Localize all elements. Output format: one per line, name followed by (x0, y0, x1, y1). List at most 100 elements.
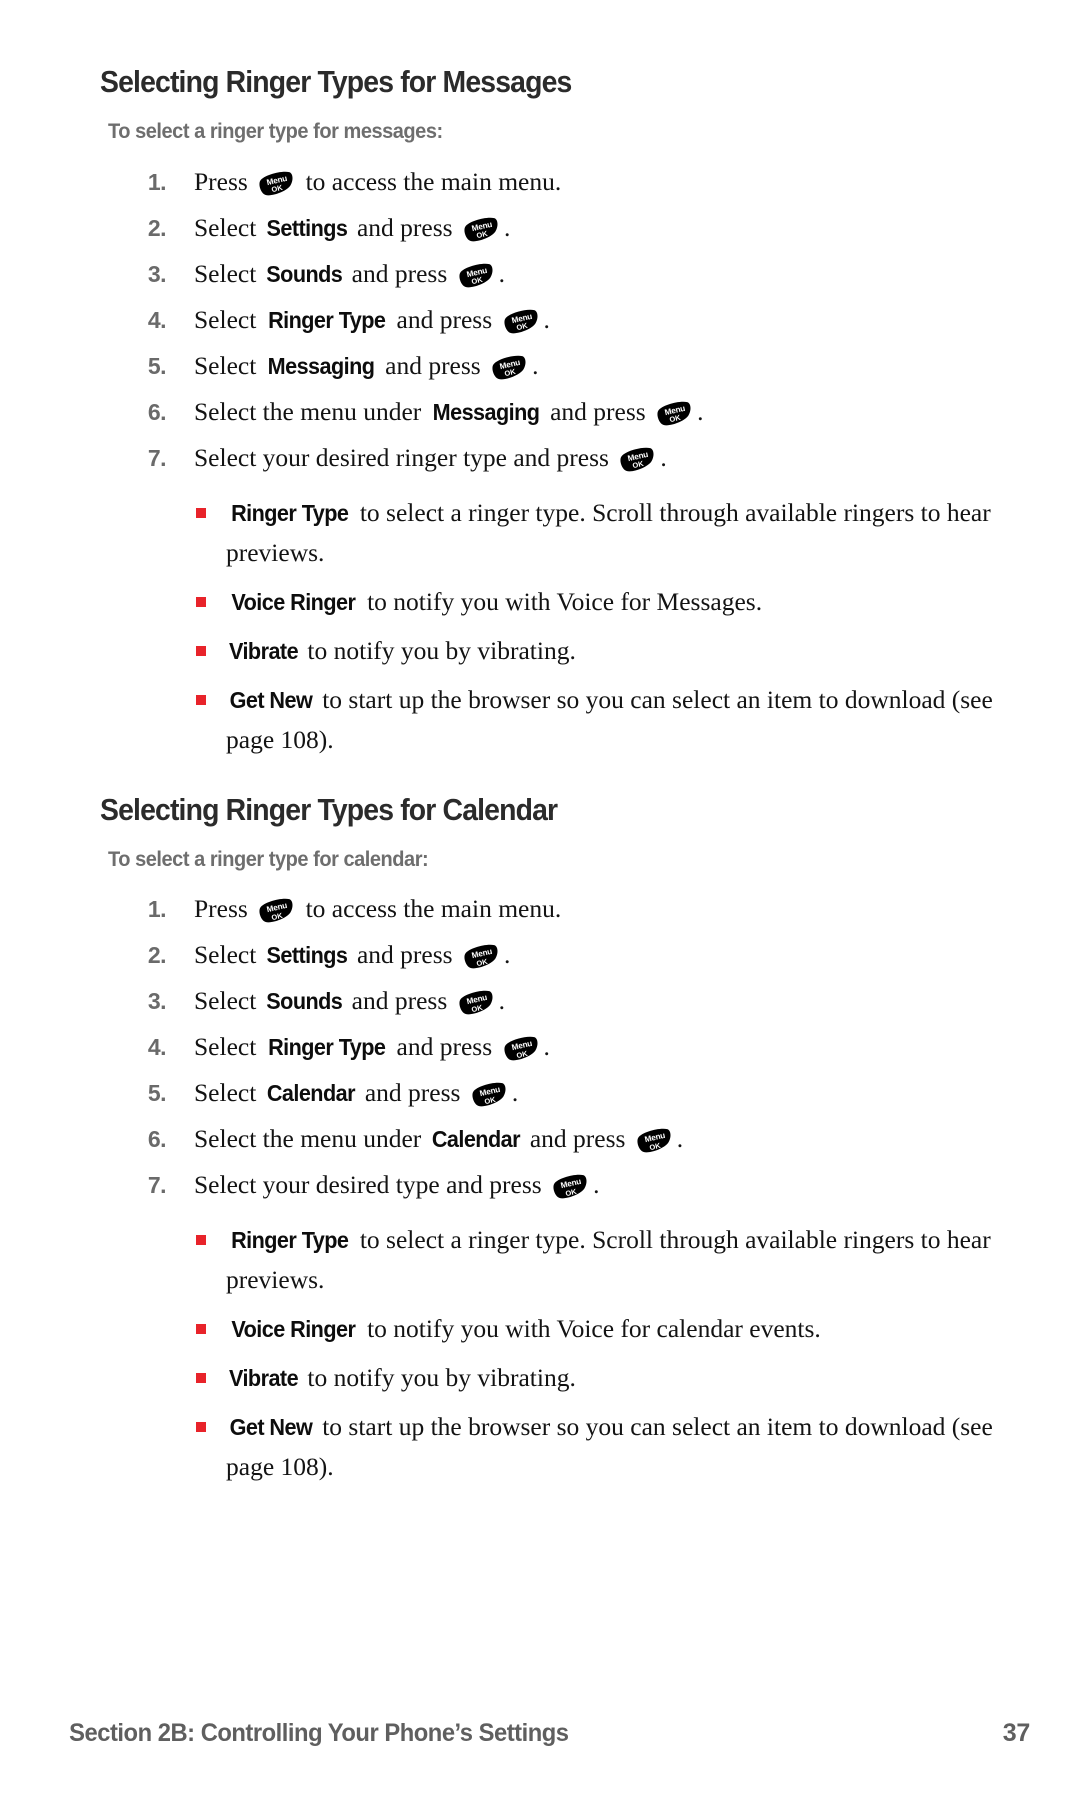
step-text: Select Ringer Type and press Menu OK. (194, 1032, 550, 1061)
step-item: 6. Select the menu under Calendar and pre… (132, 1116, 1030, 1162)
menu-ok-key-icon: Menu OK (502, 309, 542, 335)
step-number: 7. (147, 444, 167, 471)
bullet-square-icon (196, 1324, 206, 1335)
step-number: 2. (147, 214, 167, 241)
step-text: Select the menu under Messaging and pres… (194, 397, 703, 426)
bullet-square-icon (196, 694, 206, 705)
inline-term: Ringer Type (231, 1227, 349, 1254)
step-item: 7. Select your desired type and press Men… (132, 1162, 1030, 1208)
option-bullet-text: Voice Ringer to notify you with Voice fo… (226, 1314, 820, 1343)
inline-term: Sounds (265, 260, 343, 287)
inline-term: Vibrate (229, 1365, 299, 1392)
option-bullet-text: Ringer Type to select a ringer type. Scr… (226, 498, 991, 567)
section-heading: Selecting Ringer Types for Calendar (100, 792, 558, 827)
step-text: Press Menu OK to access the main menu. (194, 166, 562, 196)
step-item: 3. Select Sounds and press Menu OK. (132, 978, 1030, 1024)
option-bullet-item: Ringer Type to select a ringer type. Scr… (196, 1220, 1030, 1300)
option-bullet-text: Voice Ringer to notify you with Voice fo… (226, 587, 762, 616)
step-item: 2. Select Settings and press Menu OK. (132, 205, 1030, 251)
menu-ok-key-icon: Menu OK (655, 401, 695, 427)
option-bullet-item: Voice Ringer to notify you with Voice fo… (196, 1309, 1030, 1349)
step-number: 4. (147, 1034, 167, 1061)
step-number: 4. (147, 306, 167, 333)
option-bullet-item: Ringer Type to select a ringer type. Scr… (196, 493, 1030, 573)
menu-ok-key-icon: Menu OK (618, 447, 658, 473)
menu-ok-key-icon: Menu OK (502, 1036, 542, 1062)
section-heading: Selecting Ringer Types for Messages (100, 65, 572, 99)
menu-ok-key-icon: Menu OK (551, 1174, 591, 1200)
step-number: 6. (147, 398, 167, 425)
step-item: 5. Select Messaging and press Menu OK. (132, 343, 1030, 389)
inline-term: Ringer Type (267, 306, 386, 333)
manual-page: Selecting Ringer Types for Messages To se… (0, 0, 1080, 1800)
page-number: 37 (1002, 1719, 1031, 1747)
option-bullet-item: Vibrate to notify you by vibrating. (196, 631, 1030, 671)
section-subheading: To select a ringer type for messages: (108, 119, 443, 144)
option-bullet-item: Get New to start up the browser so you c… (196, 680, 1030, 760)
inline-term: Voice Ringer (231, 1316, 356, 1343)
step-item: 3. Select Sounds and press Menu OK. (132, 251, 1030, 297)
step-item: 7. Select your desired ringer type and pr… (132, 435, 1030, 481)
inline-term: Voice Ringer (231, 588, 356, 615)
step-item: 2. Select Settings and press Menu OK. (132, 932, 1030, 978)
option-bullet-item: Voice Ringer to notify you with Voice fo… (196, 582, 1030, 622)
step-number: 1. (147, 896, 167, 923)
menu-ok-key-icon: Menu OK (462, 217, 502, 243)
menu-ok-key-icon: Menu OK (457, 263, 497, 289)
step-number: 5. (147, 1080, 167, 1107)
bullet-square-icon (196, 1373, 206, 1384)
step-text: Select Sounds and press Menu OK. (194, 259, 505, 288)
step-text: Select Ringer Type and press Menu OK. (194, 305, 550, 334)
step-text: Select Settings and press Menu OK. (194, 940, 510, 969)
menu-ok-key-icon: Menu OK (457, 990, 497, 1016)
section-subheading: To select a ringer type for calendar: (108, 846, 429, 871)
step-item: 4. Select Ringer Type and press Menu OK. (132, 297, 1030, 343)
bullet-square-icon (196, 507, 206, 518)
inline-term: Calendar (266, 1080, 356, 1107)
option-bullet-text: Get New to start up the browser so you c… (226, 685, 993, 754)
step-number: 2. (147, 942, 167, 969)
bullet-square-icon (196, 645, 206, 656)
step-number: 6. (147, 1126, 167, 1153)
option-bullet-text: Ringer Type to select a ringer type. Scr… (226, 1225, 991, 1294)
inline-term: Calendar (431, 1126, 521, 1153)
option-bullet-text: Get New to start up the browser so you c… (226, 1412, 993, 1481)
step-text: Press Menu OK to access the main menu. (194, 894, 562, 924)
option-bullet-item: Get New to start up the browser so you c… (196, 1407, 1030, 1487)
step-item: 1. Press Menu OK to access the main menu. (132, 886, 1030, 932)
step-number: 5. (147, 352, 167, 379)
step-number: 3. (147, 260, 167, 287)
step-number: 1. (147, 168, 167, 195)
step-number: 7. (147, 1172, 167, 1199)
step-text: Select your desired ringer type and pres… (194, 442, 667, 473)
option-bullet-list: Ringer Type to select a ringer type. Scr… (196, 1220, 1030, 1487)
step-text: Select your desired type and press Menu O… (194, 1170, 600, 1200)
menu-ok-key-icon: Menu OK (490, 355, 530, 381)
step-text: Select the menu under Calendar and press… (194, 1124, 683, 1153)
inline-term: Get New (229, 1414, 313, 1441)
manual-section: Selecting Ringer Types for Calendar To se… (0, 760, 1080, 1488)
footer-section-title: Section 2B: Controlling Your Phone’s Set… (69, 1719, 569, 1747)
option-bullet-item: Vibrate to notify you by vibrating. (196, 1358, 1030, 1398)
bullet-square-icon (196, 596, 206, 607)
step-text: Select Messaging and press Menu OK. (194, 351, 538, 380)
step-list: 1. Press Menu OK to access the main menu. 2… (132, 159, 1030, 481)
inline-term: Ringer Type (231, 499, 349, 526)
bullet-square-icon (196, 1235, 206, 1246)
inline-term: Settings (266, 214, 348, 241)
step-text: Select Settings and press Menu OK. (194, 213, 510, 242)
inline-term: Sounds (265, 988, 343, 1015)
option-bullet-text: Vibrate to notify you by vibrating. (226, 636, 576, 665)
page-footer: Section 2B: Controlling Your Phone’s Set… (56, 1719, 1030, 1748)
manual-section: Selecting Ringer Types for Messages To se… (0, 0, 1080, 760)
step-text: Select Sounds and press Menu OK. (194, 986, 505, 1015)
bullet-square-icon (196, 1422, 206, 1433)
step-item: 5. Select Calendar and press Menu OK. (132, 1070, 1030, 1116)
step-number: 3. (147, 988, 167, 1015)
inline-term: Ringer Type (267, 1034, 386, 1061)
inline-term: Messaging (267, 352, 375, 379)
inline-term: Vibrate (229, 637, 299, 664)
step-item: 4. Select Ringer Type and press Menu OK. (132, 1024, 1030, 1070)
page-content: Selecting Ringer Types for Messages To se… (0, 0, 1080, 1487)
inline-term: Messaging (432, 398, 540, 425)
